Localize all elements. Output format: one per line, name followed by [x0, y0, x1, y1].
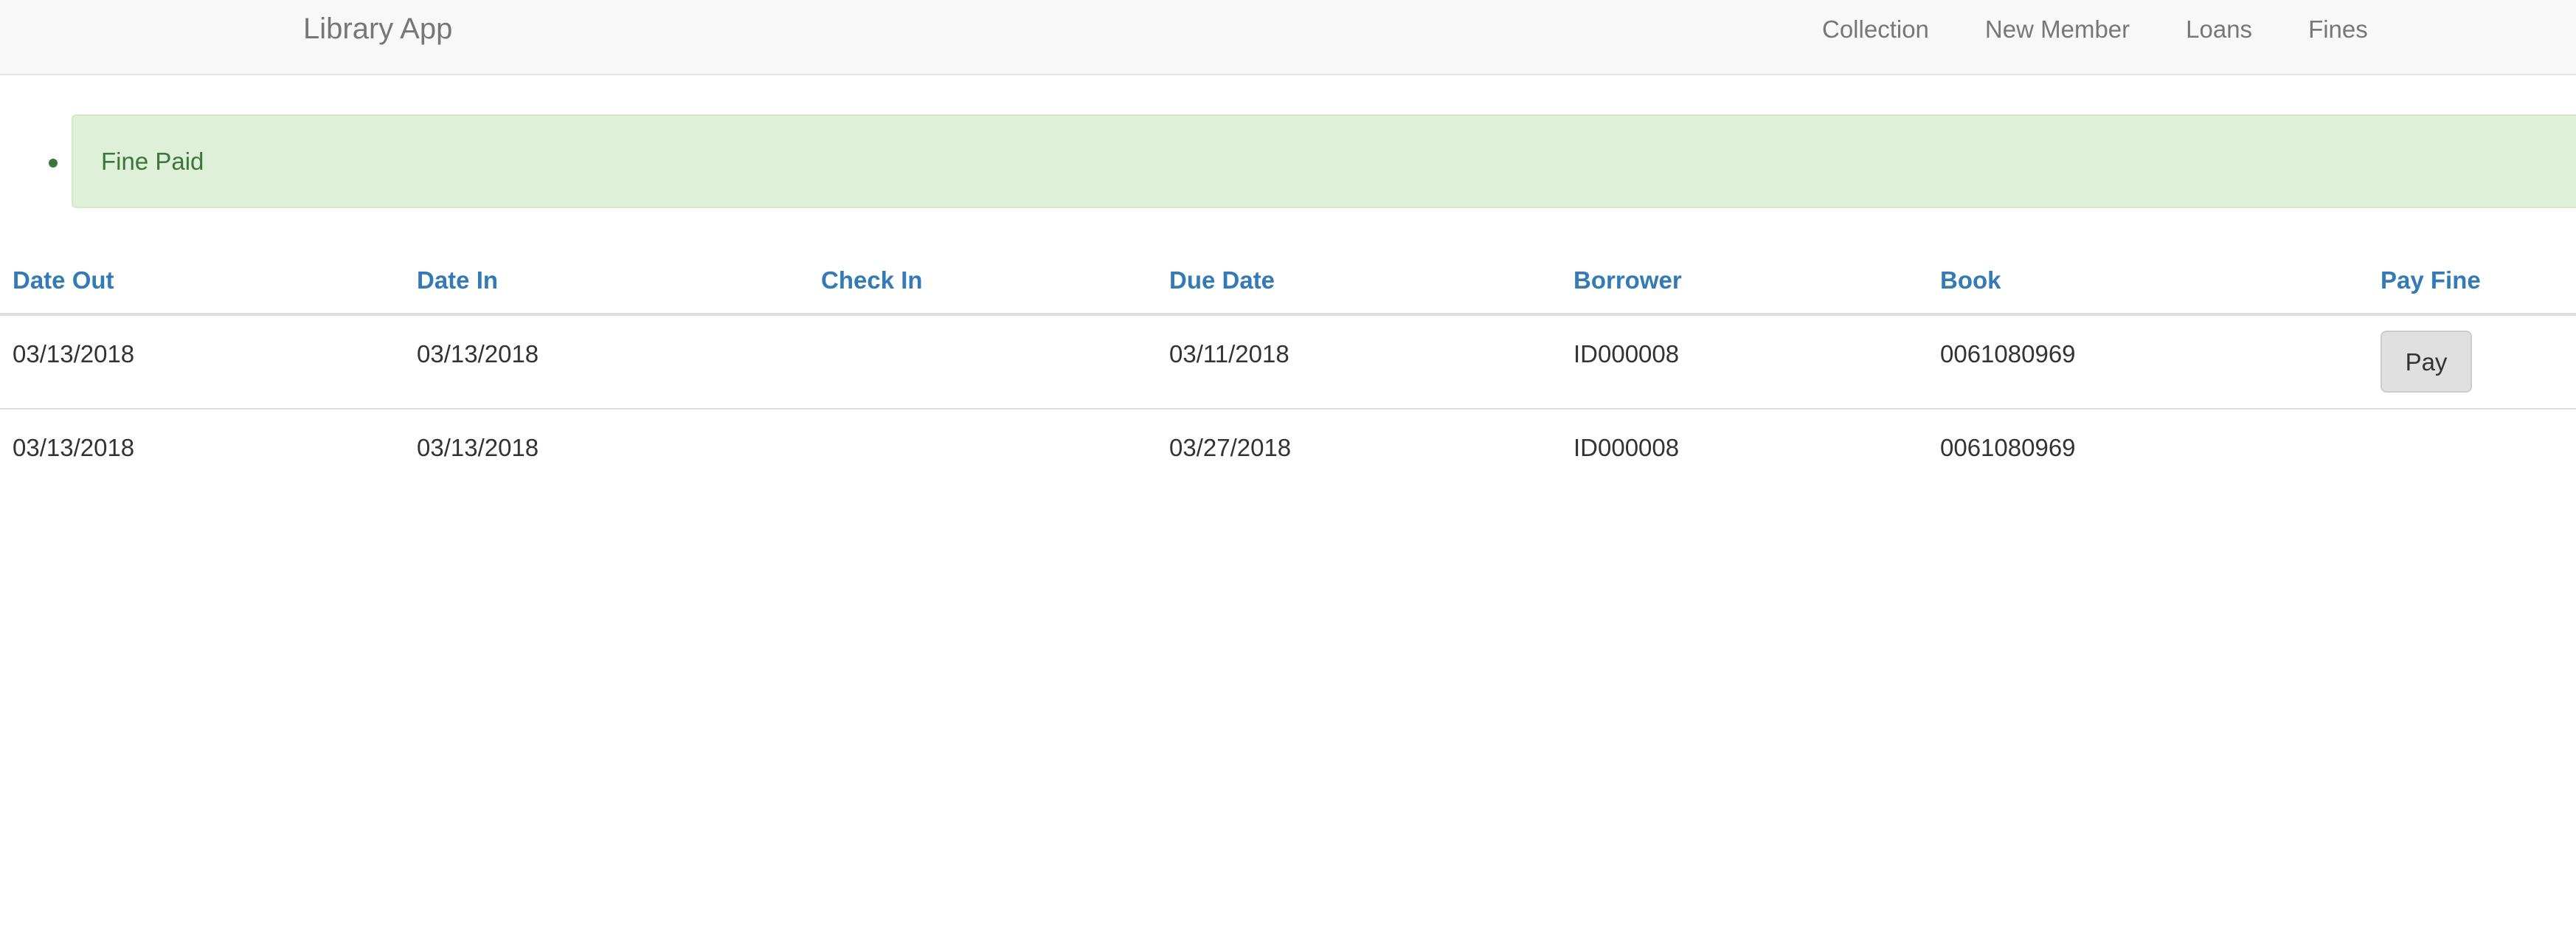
navbar: Library App Collection New Member Loans …	[0, 0, 2576, 75]
header-date-in[interactable]: Date In	[417, 266, 498, 295]
success-alert: Fine Paid	[72, 114, 2576, 208]
cell-date-in: 03/13/2018	[417, 340, 539, 367]
nav-link-loans[interactable]: Loans	[2186, 13, 2252, 46]
table-row: 03/13/2018 03/13/2018 03/11/2018 ID00000…	[0, 316, 2576, 410]
nav-link-new-member[interactable]: New Member	[1985, 13, 2130, 46]
cell-date-in: 03/13/2018	[417, 434, 539, 461]
header-check-in[interactable]: Check In	[821, 266, 923, 295]
alert-message: Fine Paid	[101, 148, 204, 175]
cell-book: 0061080969	[1940, 434, 2076, 461]
header-date-out[interactable]: Date Out	[13, 266, 114, 295]
pay-fine-button[interactable]: Pay	[2381, 331, 2472, 393]
cell-due-date: 03/11/2018	[1169, 340, 1289, 367]
cell-borrower: ID000008	[1573, 340, 1680, 367]
brand-link[interactable]: Library App	[303, 9, 452, 49]
bullet-icon	[49, 159, 58, 168]
header-book[interactable]: Book	[1940, 266, 2001, 295]
header-borrower[interactable]: Borrower	[1573, 266, 1682, 295]
cell-date-out: 03/13/2018	[13, 340, 135, 367]
nav-links: Collection New Member Loans Fines	[1822, 13, 2368, 46]
header-pay-fine[interactable]: Pay Fine	[2381, 266, 2481, 295]
cell-book: 0061080969	[1940, 340, 2076, 367]
nav-link-collection[interactable]: Collection	[1822, 13, 1929, 46]
header-due-date[interactable]: Due Date	[1169, 266, 1275, 295]
cell-due-date: 03/27/2018	[1169, 434, 1292, 461]
nav-link-fines[interactable]: Fines	[2308, 13, 2368, 46]
table-row: 03/13/2018 03/13/2018 03/27/2018 ID00000…	[0, 410, 2576, 503]
cell-date-out: 03/13/2018	[13, 434, 135, 461]
cell-borrower: ID000008	[1573, 434, 1680, 461]
